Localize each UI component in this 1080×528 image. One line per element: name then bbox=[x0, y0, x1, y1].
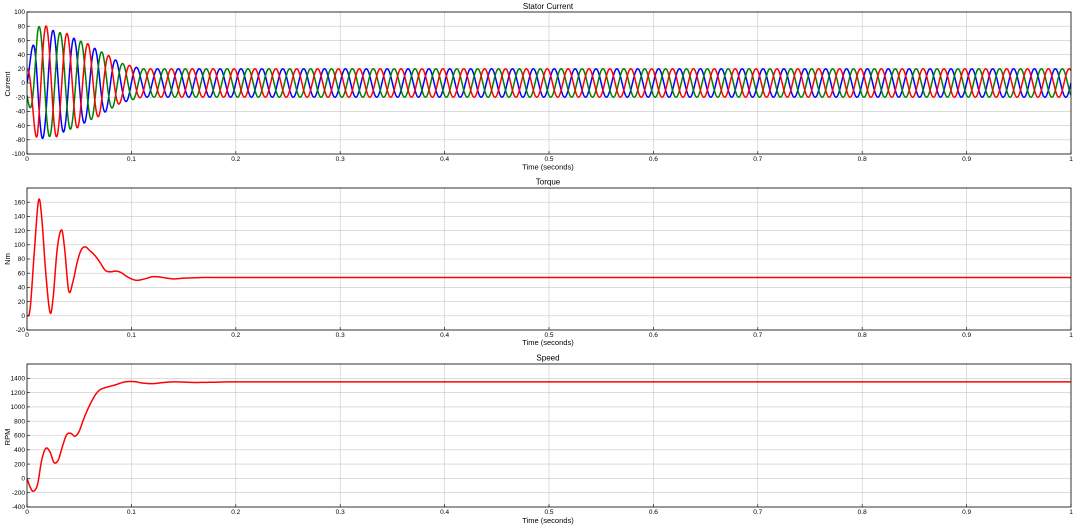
torque-x-tick-label: 0.5 bbox=[544, 332, 553, 339]
speed-x-tick-label: 0.4 bbox=[440, 509, 449, 516]
stator-current-x-tick-label: 0.3 bbox=[336, 156, 345, 163]
stator-current-x-tick-label: 0.4 bbox=[440, 156, 449, 163]
stator-current-y-tick-label: 0 bbox=[21, 80, 25, 87]
torque-x-tick-label: 0.4 bbox=[440, 332, 449, 339]
figure: Stator Current Time (seconds) Current 0 0… bbox=[0, 0, 1080, 528]
stator-current-y-tick-label: -40 bbox=[16, 109, 26, 116]
stator-current-y-tick-label: 100 bbox=[14, 9, 25, 16]
stator-current-x-tick-label: 0.5 bbox=[544, 156, 553, 163]
stator-current-y-tick-label: -100 bbox=[12, 151, 25, 158]
speed-x-tick-label: 0.7 bbox=[753, 509, 762, 516]
speed-x-tick-label: 0.6 bbox=[649, 509, 658, 516]
speed-x-tick-label: 0.3 bbox=[336, 509, 345, 516]
stator-current-y-tick-label: 20 bbox=[18, 66, 26, 73]
stator-current-y-tick-label: 80 bbox=[18, 23, 26, 30]
stator-current-x-tick-label: 0 bbox=[25, 156, 29, 163]
speed-y-tick-label: -200 bbox=[12, 490, 25, 497]
torque-y-tick-label: -20 bbox=[16, 327, 26, 334]
torque-y-tick-label: 160 bbox=[14, 199, 25, 206]
speed-y-tick-label: 1200 bbox=[11, 390, 26, 397]
torque-y-tick-label: 80 bbox=[18, 256, 26, 263]
torque-x-tick-label: 0.9 bbox=[962, 332, 971, 339]
stator-current-y-tick-label: -80 bbox=[16, 137, 26, 144]
speed-y-tick-label: -400 bbox=[12, 504, 25, 511]
torque-y-tick-label: 100 bbox=[14, 242, 25, 249]
stator-current-x-tick-label: 0.1 bbox=[127, 156, 136, 163]
speed-y-tick-label: 1400 bbox=[11, 376, 26, 383]
torque-y-tick-label: 0 bbox=[21, 313, 25, 320]
speed-x-tick-label: 1 bbox=[1069, 509, 1073, 516]
torque-xlabel: Time (seconds) bbox=[522, 338, 574, 347]
stator-current-x-tick-label: 0.8 bbox=[858, 156, 867, 163]
torque-ylabel: Nm bbox=[3, 253, 12, 265]
speed-x-tick-label: 0.2 bbox=[231, 509, 240, 516]
stator-current-y-tick-label: 40 bbox=[18, 52, 26, 59]
torque-y-tick-label: 60 bbox=[18, 270, 26, 277]
speed-y-tick-label: 600 bbox=[14, 433, 25, 440]
speed-x-tick-label: 0.5 bbox=[544, 509, 553, 516]
torque-x-tick-label: 0.7 bbox=[753, 332, 762, 339]
speed-y-tick-label: 800 bbox=[14, 418, 25, 425]
stator-current-x-tick-label: 0.9 bbox=[962, 156, 971, 163]
speed-x-tick-label: 0.9 bbox=[962, 509, 971, 516]
speed-x-tick-label: 0.1 bbox=[127, 509, 136, 516]
stator-current-xlabel: Time (seconds) bbox=[522, 163, 574, 172]
stator-current-y-tick-label: -60 bbox=[16, 123, 26, 130]
stator-current-ylabel: Current bbox=[3, 71, 12, 97]
speed-y-tick-label: 400 bbox=[14, 447, 25, 454]
stator-current-y-tick-label: 60 bbox=[18, 38, 26, 45]
speed-x-tick-label: 0.8 bbox=[858, 509, 867, 516]
stator-current-x-tick-label: 0.2 bbox=[231, 156, 240, 163]
stator-current-x-tick-label: 1 bbox=[1069, 156, 1073, 163]
torque-x-tick-label: 0.1 bbox=[127, 332, 136, 339]
torque-x-tick-label: 0.8 bbox=[858, 332, 867, 339]
stator-current-title: Stator Current bbox=[523, 2, 574, 11]
torque-y-tick-label: 120 bbox=[14, 228, 25, 235]
speed-y-tick-label: 0 bbox=[21, 476, 25, 483]
torque-y-tick-label: 40 bbox=[18, 285, 26, 292]
speed-y-tick-label: 1000 bbox=[11, 404, 26, 411]
speed-ylabel: RPM bbox=[3, 429, 12, 446]
torque-x-tick-label: 0.3 bbox=[336, 332, 345, 339]
stator-current-panel: Stator Current Time (seconds) Current 0 0… bbox=[3, 2, 1073, 172]
torque-x-tick-label: 0.2 bbox=[231, 332, 240, 339]
stator-current-y-tick-label: -20 bbox=[16, 94, 26, 101]
torque-y-tick-label: 140 bbox=[14, 214, 25, 221]
torque-panel: Torque Time (seconds) Nm 0 0.1 0.2 0.3 0.4 0.… bbox=[3, 178, 1073, 348]
torque-title: Torque bbox=[536, 178, 561, 187]
torque-y-tick-label: 20 bbox=[18, 299, 26, 306]
speed-panel: Speed Time (seconds) RPM 0 0.1 0.2 0.3 0.4 0.… bbox=[3, 354, 1073, 526]
stator-current-x-tick-label: 0.7 bbox=[753, 156, 762, 163]
speed-title: Speed bbox=[536, 354, 559, 363]
torque-x-tick-label: 0 bbox=[25, 332, 29, 339]
torque-x-tick-label: 1 bbox=[1069, 332, 1073, 339]
speed-xlabel: Time (seconds) bbox=[522, 516, 574, 525]
stator-current-x-tick-label: 0.6 bbox=[649, 156, 658, 163]
torque-x-tick-label: 0.6 bbox=[649, 332, 658, 339]
speed-y-tick-label: 200 bbox=[14, 461, 25, 468]
speed-x-tick-label: 0 bbox=[25, 509, 29, 516]
